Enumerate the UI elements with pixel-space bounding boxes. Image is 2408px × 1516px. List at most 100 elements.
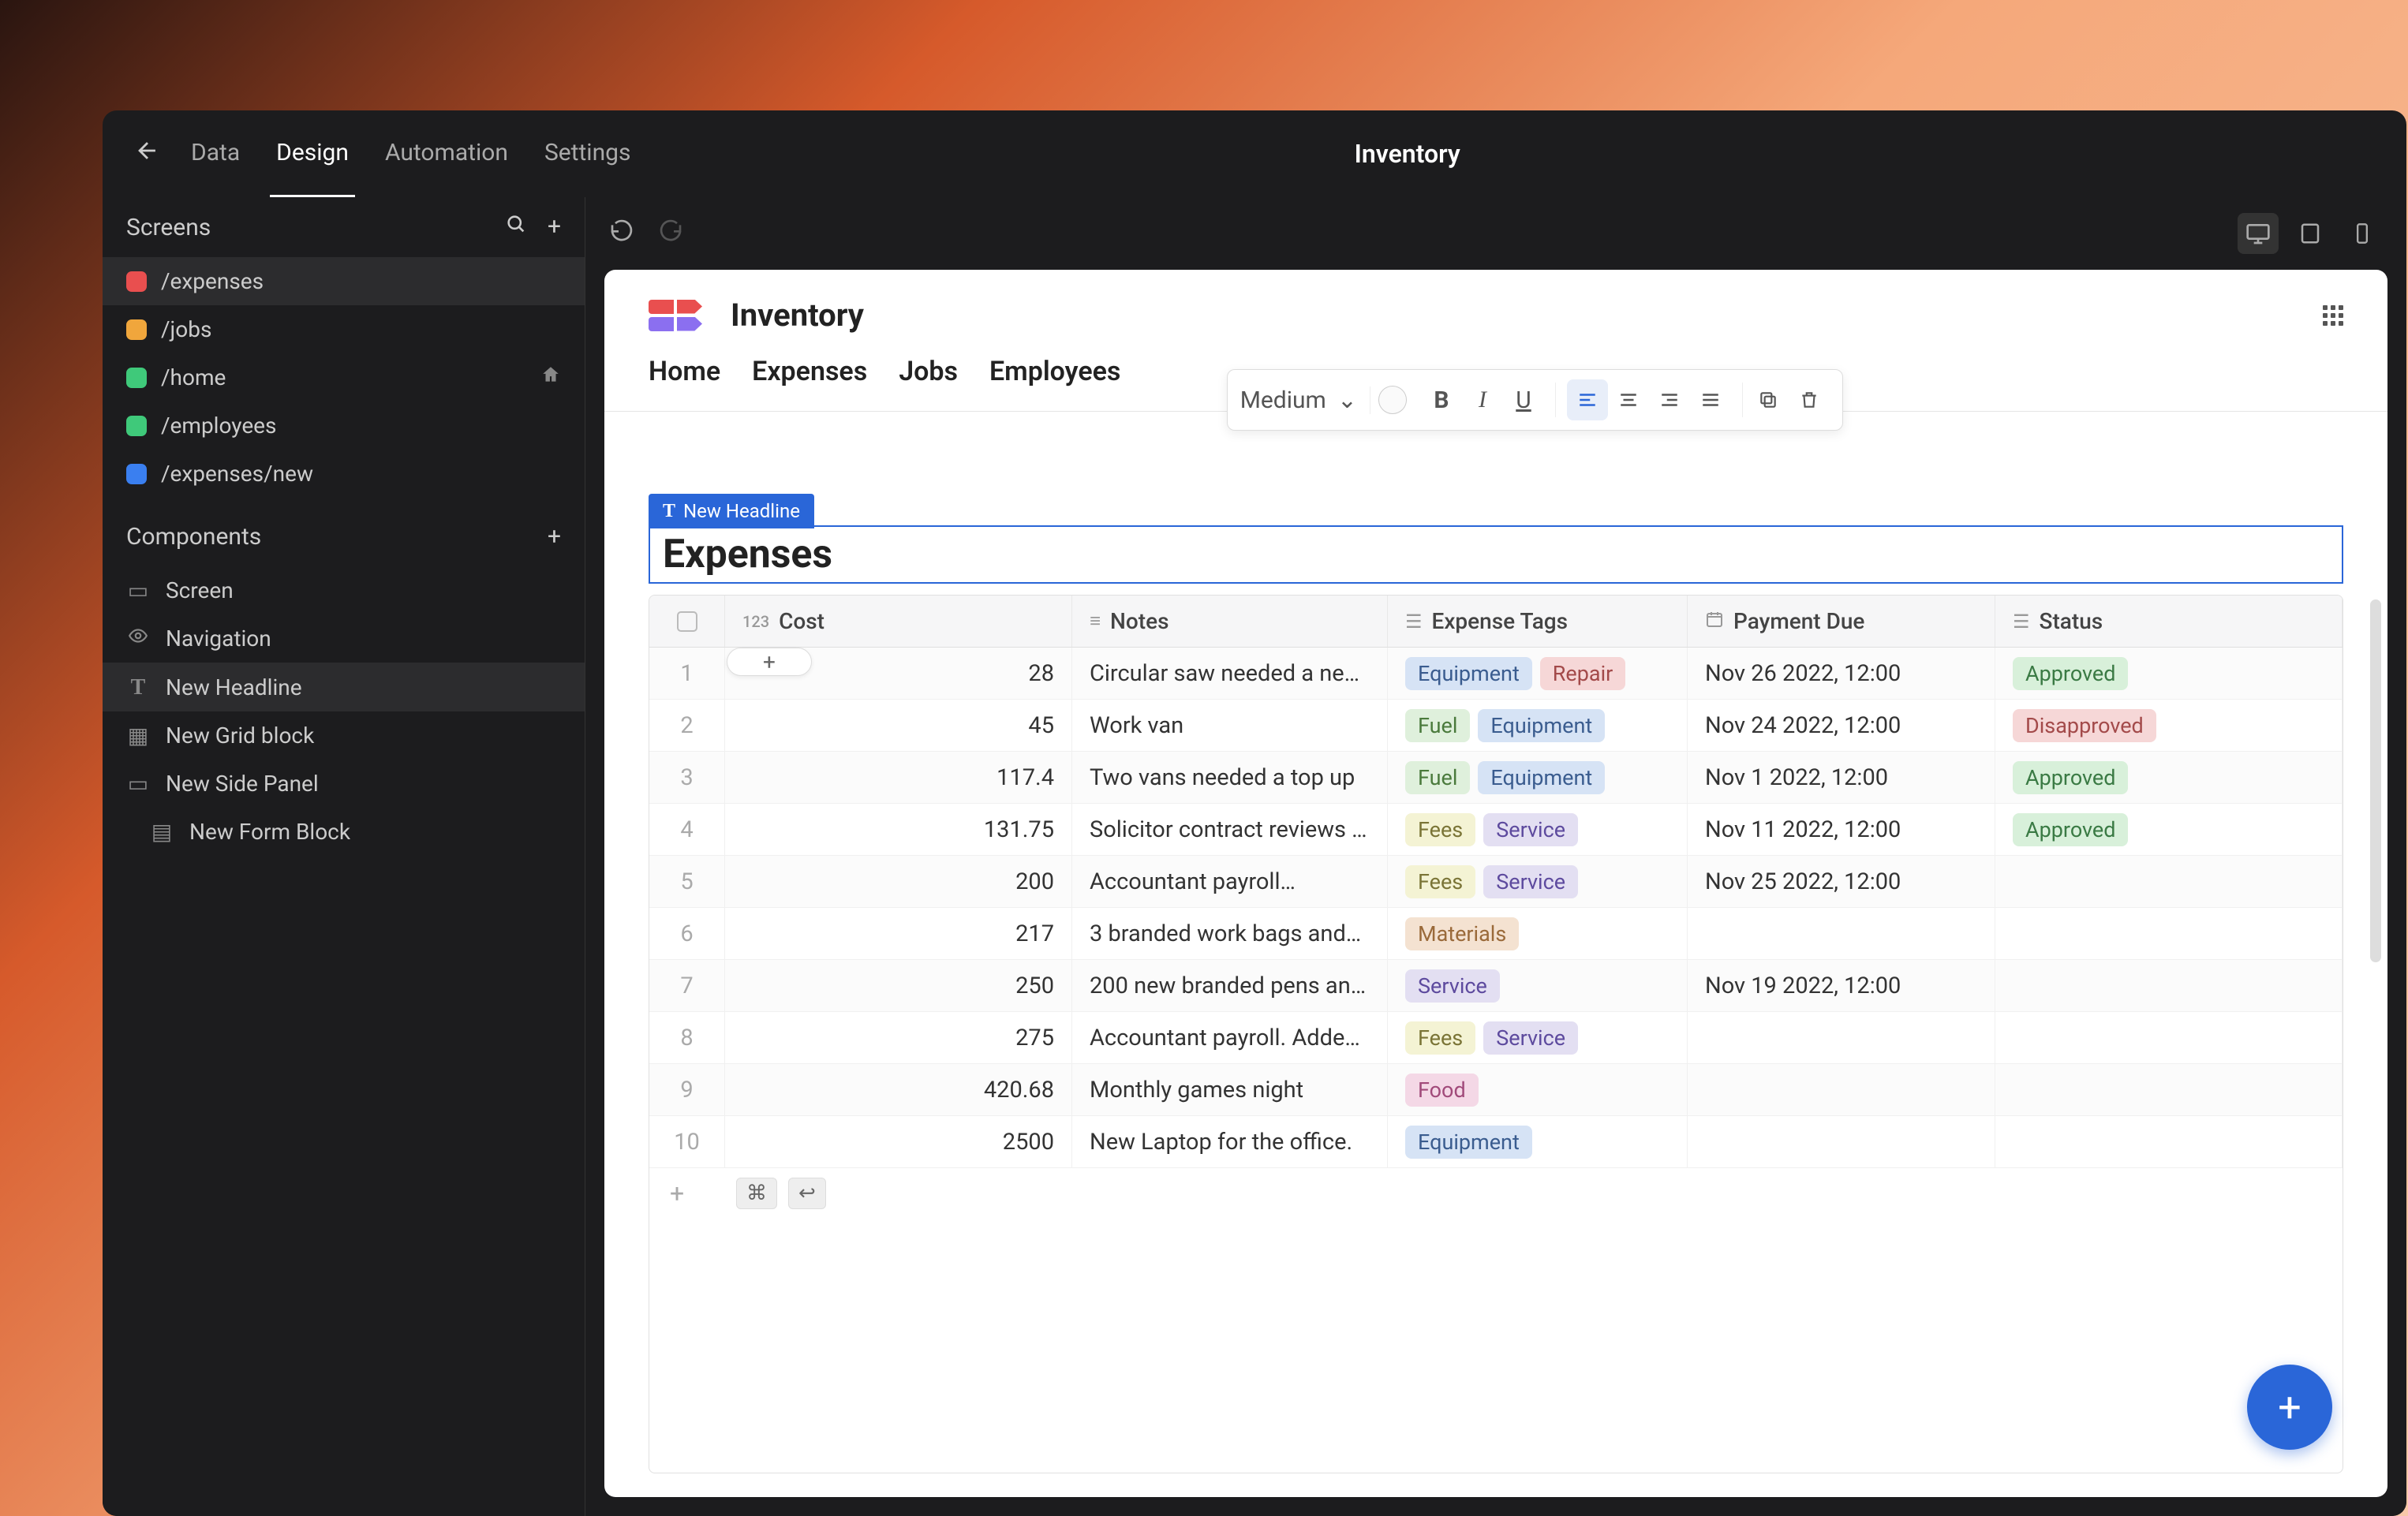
component-item[interactable]: T New Headline — [103, 663, 585, 711]
cell-notes[interactable]: 200 new branded pens and 4… — [1072, 960, 1388, 1012]
table-row[interactable]: 7 250 200 new branded pens and 4… Servic… — [649, 960, 2343, 1012]
cell-status[interactable]: Disapproved — [1995, 700, 2343, 752]
table-row[interactable]: 1 28 Circular saw needed a new… Equipmen… — [649, 648, 2343, 700]
align-right-button[interactable] — [1649, 379, 1690, 420]
cell-due[interactable] — [1688, 1116, 1995, 1168]
col-cost[interactable]: 123Cost — [725, 596, 1072, 647]
cell-tags[interactable]: Equipment — [1388, 1116, 1688, 1168]
nav-expenses[interactable]: Expenses — [752, 356, 867, 387]
tab-design[interactable]: Design — [270, 110, 355, 197]
device-mobile-icon[interactable] — [2342, 213, 2383, 254]
nav-jobs[interactable]: Jobs — [899, 356, 958, 387]
apps-grid-icon[interactable] — [2323, 305, 2343, 326]
headline-element[interactable]: Expenses — [649, 525, 2343, 584]
delete-button[interactable] — [1789, 379, 1830, 420]
cell-notes[interactable]: 3 branded work bags and… — [1072, 908, 1388, 960]
cell-notes[interactable]: Work van — [1072, 700, 1388, 752]
cell-cost[interactable]: 117.4 — [725, 752, 1072, 804]
table-row[interactable]: 10 2500 New Laptop for the office. Equip… — [649, 1116, 2343, 1168]
component-item[interactable]: ▦ New Grid block — [103, 711, 585, 760]
cell-tags[interactable]: Materials — [1388, 908, 1688, 960]
cell-tags[interactable]: Food — [1388, 1064, 1688, 1116]
cell-tags[interactable]: FuelEquipment — [1388, 752, 1688, 804]
align-center-button[interactable] — [1608, 379, 1649, 420]
cell-due[interactable]: Nov 1 2022, 12:00 — [1688, 752, 1995, 804]
add-screen-icon[interactable]: + — [548, 213, 561, 241]
italic-button[interactable]: I — [1462, 379, 1503, 420]
cell-status[interactable] — [1995, 960, 2343, 1012]
col-status[interactable]: ☰Status — [1995, 596, 2343, 647]
cell-due[interactable]: Nov 24 2022, 12:00 — [1688, 700, 1995, 752]
scrollbar[interactable] — [2370, 599, 2381, 962]
duplicate-button[interactable] — [1748, 379, 1789, 420]
col-tags[interactable]: ☰Expense Tags — [1388, 596, 1688, 647]
cell-tags[interactable]: Service — [1388, 960, 1688, 1012]
cell-cost[interactable]: 217 — [725, 908, 1072, 960]
undo-icon[interactable] — [609, 218, 634, 249]
cell-notes[interactable]: New Laptop for the office. — [1072, 1116, 1388, 1168]
table-row[interactable]: 4 131.75 Solicitor contract reviews for…… — [649, 804, 2343, 856]
table-row[interactable]: 5 200 Accountant payroll… FeesService No… — [649, 856, 2343, 908]
cell-notes[interactable]: Solicitor contract reviews for… — [1072, 804, 1388, 856]
cell-status[interactable]: Approved — [1995, 648, 2343, 700]
align-justify-button[interactable] — [1690, 379, 1731, 420]
cell-status[interactable] — [1995, 1116, 2343, 1168]
col-due[interactable]: Payment Due — [1688, 596, 1995, 647]
nav-home[interactable]: Home — [649, 356, 720, 387]
cell-tags[interactable]: EquipmentRepair — [1388, 648, 1688, 700]
screen-item[interactable]: /employees — [103, 401, 585, 450]
cell-notes[interactable]: Accountant payroll… — [1072, 856, 1388, 908]
cell-tags[interactable]: FeesService — [1388, 804, 1688, 856]
table-row[interactable]: 6 217 3 branded work bags and… Materials — [649, 908, 2343, 960]
align-left-button[interactable] — [1567, 379, 1608, 420]
screen-item[interactable]: /jobs — [103, 305, 585, 353]
cell-status[interactable]: Approved — [1995, 752, 2343, 804]
screen-item[interactable]: /home — [103, 353, 585, 401]
cell-notes[interactable]: Monthly games night — [1072, 1064, 1388, 1116]
cell-due[interactable]: Nov 19 2022, 12:00 — [1688, 960, 1995, 1012]
component-item[interactable]: ▭ New Side Panel — [103, 760, 585, 808]
cell-status[interactable] — [1995, 908, 2343, 960]
add-row-button[interactable]: + — [670, 1178, 725, 1208]
cell-cost[interactable]: 420.68 — [725, 1064, 1072, 1116]
cell-cost[interactable]: 131.75 — [725, 804, 1072, 856]
cell-cost[interactable]: 45 — [725, 700, 1072, 752]
cell-notes[interactable]: Accountant payroll. Added n… — [1072, 1012, 1388, 1064]
table-row[interactable]: 8 275 Accountant payroll. Added n… FeesS… — [649, 1012, 2343, 1064]
add-fab-button[interactable]: + — [2247, 1365, 2332, 1450]
cell-tags[interactable]: FeesService — [1388, 1012, 1688, 1064]
underline-button[interactable]: U — [1503, 379, 1544, 420]
cell-tags[interactable]: FeesService — [1388, 856, 1688, 908]
screen-item[interactable]: /expenses — [103, 257, 585, 305]
cell-status[interactable]: Approved — [1995, 804, 2343, 856]
back-icon[interactable] — [134, 137, 161, 171]
add-column-button[interactable]: + — [727, 648, 812, 676]
cell-due[interactable]: Nov 11 2022, 12:00 — [1688, 804, 1995, 856]
cell-notes[interactable]: Circular saw needed a new… — [1072, 648, 1388, 700]
tab-data[interactable]: Data — [185, 110, 246, 197]
cell-due[interactable] — [1688, 908, 1995, 960]
font-size-select[interactable]: Medium ⌄ — [1240, 386, 1370, 414]
cell-due[interactable]: Nov 25 2022, 12:00 — [1688, 856, 1995, 908]
table-row[interactable]: 2 45 Work van FuelEquipment Nov 24 2022,… — [649, 700, 2343, 752]
cell-status[interactable] — [1995, 856, 2343, 908]
screen-item[interactable]: /expenses/new — [103, 450, 585, 498]
cell-notes[interactable]: Two vans needed a top up — [1072, 752, 1388, 804]
col-notes[interactable]: ≡Notes — [1072, 596, 1388, 647]
component-item[interactable]: Navigation — [103, 614, 585, 663]
cell-cost[interactable]: 200 — [725, 856, 1072, 908]
cell-cost[interactable]: 275 — [725, 1012, 1072, 1064]
bold-button[interactable]: B — [1421, 379, 1462, 420]
search-icon[interactable] — [505, 213, 527, 241]
table-row[interactable]: 3 117.4 Two vans needed a top up FuelEqu… — [649, 752, 2343, 804]
cell-cost[interactable]: 2500 — [725, 1116, 1072, 1168]
device-desktop-icon[interactable] — [2238, 213, 2279, 254]
component-item[interactable]: ▭ Screen — [103, 566, 585, 614]
add-component-icon[interactable]: + — [548, 523, 561, 551]
cell-due[interactable] — [1688, 1064, 1995, 1116]
nav-employees[interactable]: Employees — [989, 356, 1120, 387]
cell-due[interactable]: Nov 26 2022, 12:00 — [1688, 648, 1995, 700]
cell-status[interactable] — [1995, 1012, 2343, 1064]
device-tablet-icon[interactable] — [2290, 213, 2331, 254]
cell-due[interactable] — [1688, 1012, 1995, 1064]
